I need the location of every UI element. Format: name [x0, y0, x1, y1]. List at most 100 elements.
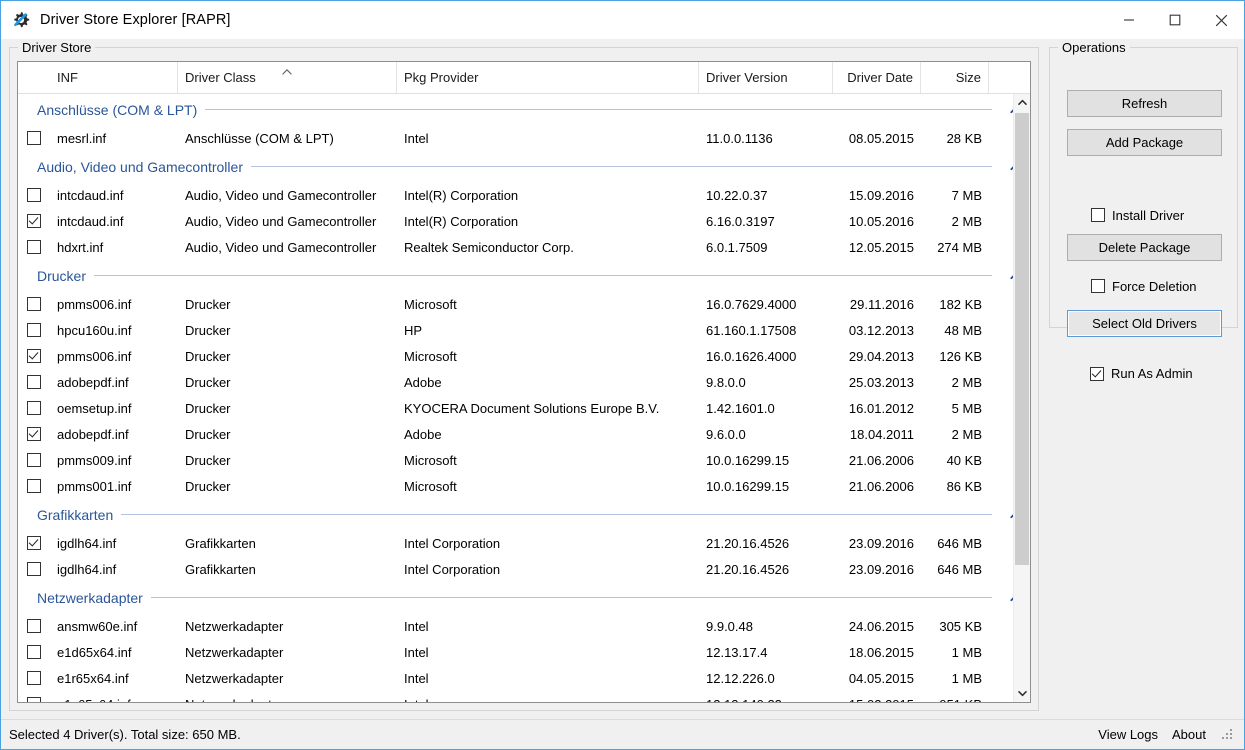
scroll-up-chevron-up-icon[interactable] — [1014, 94, 1030, 111]
row-select-checkbox-box[interactable] — [27, 479, 41, 493]
table-row[interactable]: adobepdf.inf Drucker Adobe 9.6.0.0 18.04.201… — [18, 421, 1030, 447]
column-header-driver_date[interactable]: Driver Date — [833, 62, 921, 93]
cell-driver_version: 6.0.1.7509 — [706, 239, 768, 255]
row-select-checkbox[interactable] — [18, 639, 50, 665]
row-select-checkbox[interactable] — [18, 125, 50, 151]
row-select-checkbox[interactable] — [18, 473, 50, 499]
table-row[interactable]: mesrl.inf Anschlüsse (COM & LPT) Intel 11.0… — [18, 125, 1030, 151]
install-driver-checkbox[interactable]: Install Driver — [1091, 206, 1184, 224]
minimize-icon[interactable] — [1106, 1, 1152, 39]
table-row[interactable]: pmms006.inf Drucker Microsoft 16.0.1626.400… — [18, 343, 1030, 369]
table-row[interactable]: adobepdf.inf Drucker Adobe 9.8.0.0 25.03.201… — [18, 369, 1030, 395]
row-select-checkbox-box[interactable] — [27, 562, 41, 576]
cell-pkg_provider: HP — [404, 322, 423, 338]
row-select-checkbox-box[interactable] — [27, 375, 41, 389]
row-select-checkbox[interactable] — [18, 691, 50, 702]
table-row[interactable]: pmms001.inf Drucker Microsoft 10.0.16299.15… — [18, 473, 1030, 499]
row-select-checkbox-box[interactable] — [27, 188, 41, 202]
row-select-checkbox[interactable] — [18, 291, 50, 317]
row-select-checkbox[interactable] — [18, 530, 50, 556]
row-select-checkbox-box[interactable] — [27, 401, 41, 415]
cell-driver_class: Drucker — [185, 426, 231, 442]
table-row[interactable]: hdxrt.inf Audio, Video und Gamecontroller… — [18, 234, 1030, 260]
install-driver-label: Install Driver — [1112, 207, 1185, 223]
refresh-button[interactable]: Refresh — [1067, 90, 1222, 117]
cell-driver_version: 10.22.0.37 — [706, 187, 768, 203]
run-as-admin-checkbox-box[interactable] — [1090, 366, 1104, 381]
table-row[interactable]: ansmw60e.inf Netzwerkadapter Intel 9.9.0.48… — [18, 613, 1030, 639]
table-row[interactable]: intcdaud.inf Audio, Video und Gamecontrol… — [18, 182, 1030, 208]
cell-pkg_provider: Intel — [404, 644, 429, 660]
column-header-inf[interactable]: INF — [50, 62, 178, 93]
row-select-checkbox-box[interactable] — [27, 619, 41, 633]
row-select-checkbox[interactable] — [18, 613, 50, 639]
table-row[interactable]: pmms009.inf Drucker Microsoft 10.0.16299.15… — [18, 447, 1030, 473]
row-select-checkbox-box[interactable] — [27, 323, 41, 337]
table-row[interactable]: igdlh64.inf Grafikkarten Intel Corporation… — [18, 530, 1030, 556]
row-select-checkbox-box[interactable] — [27, 697, 41, 702]
add-package-button[interactable]: Add Package — [1067, 129, 1222, 156]
row-select-checkbox-box[interactable] — [27, 240, 41, 254]
group-header[interactable]: Audio, Video und Gamecontroller — [18, 151, 1030, 182]
group-header[interactable]: Netzwerkadapter — [18, 582, 1030, 613]
row-select-checkbox-box[interactable] — [27, 427, 41, 441]
row-select-checkbox[interactable] — [18, 421, 50, 447]
table-row[interactable]: e1c65x64.infNetzwerkadapterIntel12.12.14… — [18, 691, 1030, 702]
cell-size: 2 MB — [951, 213, 982, 229]
force-deletion-checkbox[interactable]: Force Deletion — [1091, 277, 1197, 295]
driver-list[interactable]: INF Driver Class Pkg Provider Driver Versio… — [17, 61, 1031, 703]
delete-package-button[interactable]: Delete Package — [1067, 234, 1222, 261]
table-row[interactable]: e1r65x64.inf Netzwerkadapter Intel 12.12.22… — [18, 665, 1030, 691]
cell-driver_class: Netzwerkadapter — [185, 618, 284, 634]
close-icon[interactable] — [1198, 1, 1244, 39]
table-row[interactable]: e1d65x64.inf Netzwerkadapter Intel 12.13.17… — [18, 639, 1030, 665]
column-header-driver_version[interactable]: Driver Version — [699, 62, 833, 93]
select-old-drivers-button[interactable]: Select Old Drivers — [1067, 310, 1222, 337]
row-select-checkbox-box[interactable] — [27, 297, 41, 311]
row-select-checkbox[interactable] — [18, 182, 50, 208]
status-message: Selected 4 Driver(s). Total size: 650 MB… — [9, 727, 241, 742]
group-header[interactable]: Grafikkarten — [18, 499, 1030, 530]
driver-store-groupbox-title: Driver Store — [18, 40, 96, 55]
resize-grip-icon[interactable] — [1222, 728, 1234, 741]
column-header-driver_class[interactable]: Driver Class — [178, 62, 397, 93]
scrollbar-thumb[interactable] — [1015, 113, 1029, 565]
column-header-pkg_provider[interactable]: Pkg Provider — [397, 62, 699, 93]
maximize-icon[interactable] — [1152, 1, 1198, 39]
scroll-down-chevron-down-icon[interactable] — [1014, 685, 1030, 702]
row-select-checkbox[interactable] — [18, 556, 50, 582]
row-select-checkbox[interactable] — [18, 665, 50, 691]
about-link[interactable]: About — [1172, 727, 1206, 742]
table-row[interactable]: oemsetup.inf Drucker KYOCERA Document Solu… — [18, 395, 1030, 421]
view-logs-link[interactable]: View Logs — [1098, 727, 1158, 742]
cell-pkg_provider: Realtek Semiconductor Corp. — [404, 239, 574, 255]
row-select-checkbox-box[interactable] — [27, 536, 41, 550]
cell-inf: pmms006.inf — [57, 296, 132, 312]
column-header-size[interactable]: Size — [921, 62, 989, 93]
row-select-checkbox[interactable] — [18, 208, 50, 234]
table-row[interactable]: pmms006.inf Drucker Microsoft 16.0.7629.400… — [18, 291, 1030, 317]
operations-groupbox-title: Operations — [1058, 40, 1130, 55]
force-deletion-checkbox-box[interactable] — [1091, 279, 1105, 293]
table-row[interactable]: intcdaud.inf Audio, Video und Gamecontrol… — [18, 208, 1030, 234]
group-header[interactable]: Anschlüsse (COM & LPT) — [18, 94, 1030, 125]
row-select-checkbox[interactable] — [18, 317, 50, 343]
install-driver-checkbox-box[interactable] — [1091, 208, 1105, 222]
row-select-checkbox-box[interactable] — [27, 645, 41, 659]
row-select-checkbox-box[interactable] — [27, 671, 41, 685]
row-select-checkbox[interactable] — [18, 343, 50, 369]
run-as-admin-checkbox[interactable]: Run As Admin — [1090, 366, 1193, 381]
table-row[interactable]: igdlh64.inf Grafikkarten Intel Corporation… — [18, 556, 1030, 582]
row-select-checkbox-box[interactable] — [27, 349, 41, 363]
row-select-checkbox[interactable] — [18, 447, 50, 473]
row-select-checkbox[interactable] — [18, 234, 50, 260]
row-select-checkbox[interactable] — [18, 369, 50, 395]
table-row[interactable]: hpcu160u.inf Drucker HP 61.160.1.17508 03.12… — [18, 317, 1030, 343]
row-select-checkbox-box[interactable] — [27, 453, 41, 467]
cell-driver_date: 10.05.2016 — [848, 213, 914, 229]
vertical-scrollbar[interactable] — [1013, 94, 1030, 702]
group-header[interactable]: Drucker — [18, 260, 1030, 291]
row-select-checkbox-box[interactable] — [27, 214, 41, 228]
row-select-checkbox-box[interactable] — [27, 131, 41, 145]
row-select-checkbox[interactable] — [18, 395, 50, 421]
